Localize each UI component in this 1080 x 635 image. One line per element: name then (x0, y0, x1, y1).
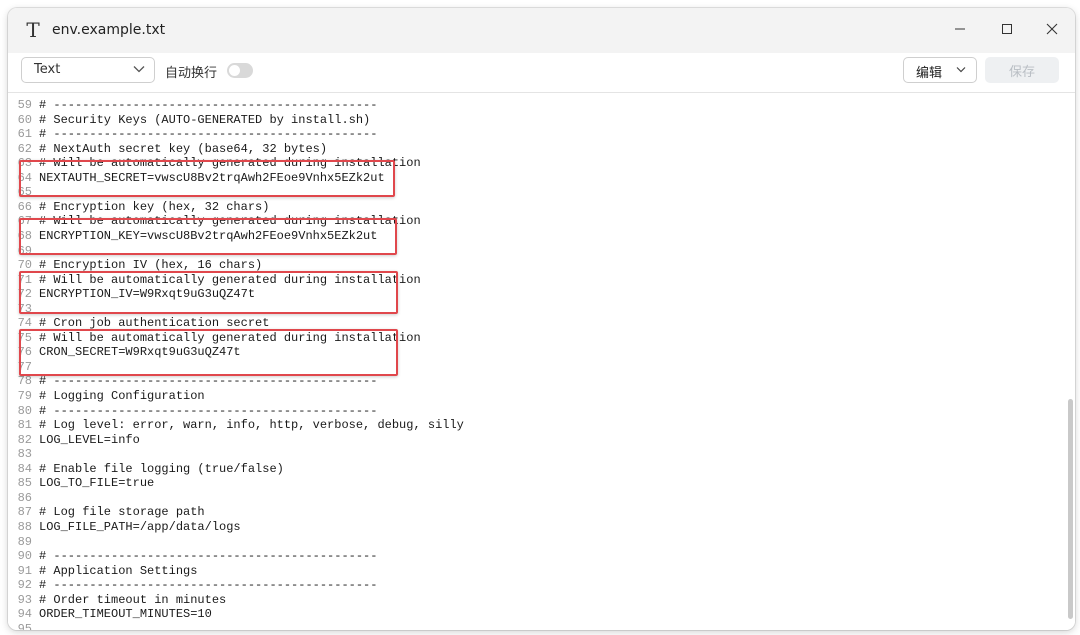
code-line[interactable]: 59 # ------------------------------------… (8, 98, 378, 113)
code-line[interactable]: 90 # ------------------------------------… (8, 549, 378, 564)
code-line[interactable]: 62 # NextAuth secret key (base64, 32 byte… (8, 142, 327, 157)
code-line[interactable]: 85 LOG_TO_FILE=true (8, 476, 155, 491)
line-text: # --------------------------------------… (39, 549, 378, 564)
code-line[interactable]: 61 # ------------------------------------… (8, 127, 378, 142)
line-text: # --------------------------------------… (39, 403, 378, 418)
edit-mode-label: 编辑 (916, 66, 943, 81)
vertical-scrollbar[interactable] (1066, 93, 1075, 630)
line-number: 88 (17, 519, 32, 534)
line-text: # Log level: error, warn, info, http, ve… (39, 418, 464, 433)
code-line[interactable]: 78 # ------------------------------------… (8, 374, 378, 389)
maximize-icon (1002, 24, 1012, 34)
line-number: 85 (17, 476, 32, 491)
code-line[interactable]: 82 LOG_LEVEL=info (8, 433, 140, 448)
line-number: 62 (17, 141, 32, 156)
line-number: 86 (17, 490, 32, 505)
minimize-icon (955, 28, 965, 30)
line-number: 89 (17, 534, 32, 549)
code-line[interactable]: 83 (8, 447, 39, 462)
code-line[interactable]: 87 # Log file storage path (8, 505, 205, 520)
toggle-knob (229, 65, 240, 76)
line-number: 92 (17, 578, 32, 593)
word-wrap-toggle[interactable] (227, 63, 253, 78)
code-line[interactable]: 86 (8, 491, 39, 506)
title-bar[interactable]: T env.example.txt (8, 8, 1075, 53)
line-text: # --------------------------------------… (39, 98, 378, 112)
text-file-icon: T (26, 18, 40, 42)
line-number: 59 (17, 98, 32, 112)
line-number: 79 (17, 389, 32, 403)
code-line[interactable]: 91 # Application Settings (8, 563, 198, 579)
code-line[interactable]: 89 (8, 535, 39, 550)
line-number: 87 (17, 505, 32, 520)
line-text: # Security Keys (AUTO-GENERATED by insta… (39, 112, 371, 127)
line-text: # --------------------------------------… (39, 374, 378, 389)
toolbar: Text 自动换行 编辑 保存 (8, 53, 1075, 93)
line-text: # Enable file logging (true/false) (39, 461, 284, 476)
line-text: # Encryption IV (hex, 16 chars) (39, 258, 263, 273)
minimize-button[interactable] (937, 8, 983, 50)
line-text: # Logging Configuration (39, 389, 205, 403)
line-number: 80 (17, 403, 32, 418)
highlight-box-encryption-iv (19, 271, 398, 314)
code-line[interactable]: 95 (8, 622, 39, 630)
code-line[interactable]: 94 ORDER_TIMEOUT_MINUTES=10 (8, 607, 212, 622)
line-text: # --------------------------------------… (39, 578, 378, 593)
chevron-down-icon (133, 66, 145, 73)
scrollbar-thumb[interactable] (1068, 399, 1073, 619)
line-text: LOG_TO_FILE=true (39, 476, 155, 491)
code-line[interactable]: 80 # ------------------------------------… (8, 403, 378, 419)
code-line[interactable]: 60 # Security Keys (AUTO-GENERATED by ins… (8, 112, 371, 128)
line-text: LOG_FILE_PATH=/app/data/logs (39, 519, 241, 534)
line-number: 84 (17, 461, 32, 476)
line-number: 90 (17, 549, 32, 564)
line-text: # Log file storage path (39, 505, 205, 520)
line-text: # NextAuth secret key (base64, 32 bytes) (39, 141, 328, 156)
close-button[interactable] (1029, 8, 1075, 50)
highlight-box-encryption-key (19, 218, 397, 255)
line-number: 83 (17, 447, 32, 462)
edit-mode-button[interactable]: 编辑 (903, 57, 977, 83)
save-button-label: 保存 (1008, 65, 1035, 80)
code-line[interactable]: 92 # ------------------------------------… (8, 578, 378, 593)
code-line[interactable]: 79 # Logging Configuration (8, 389, 205, 404)
code-line[interactable]: 84 # Enable file logging (true/false) (8, 462, 284, 477)
line-number: 91 (17, 563, 32, 578)
line-text: # --------------------------------------… (39, 127, 378, 142)
line-text: # Encryption key (hex, 32 chars) (39, 199, 270, 214)
window-title: env.example.txt (52, 22, 166, 38)
line-text: # Application Settings (39, 563, 198, 578)
highlight-box-cron-secret (19, 329, 398, 376)
language-select-value: Text (34, 62, 61, 77)
line-text: LOG_LEVEL=info (39, 432, 140, 447)
line-number: 66 (17, 199, 32, 214)
code-line[interactable]: 66 # Encryption key (hex, 32 chars) (8, 199, 270, 215)
chevron-down-icon (956, 67, 966, 73)
close-icon (1046, 23, 1058, 35)
save-button[interactable]: 保存 (985, 57, 1059, 83)
line-number: 93 (17, 592, 32, 607)
line-number: 82 (17, 432, 32, 447)
code-line[interactable]: 93 # Order timeout in minutes (8, 592, 227, 608)
line-number: 95 (17, 621, 32, 630)
line-number: 60 (17, 112, 32, 127)
line-text: ORDER_TIMEOUT_MINUTES=10 (39, 607, 212, 622)
line-number: 81 (17, 418, 32, 433)
line-number: 61 (17, 127, 32, 142)
editor-window: T env.example.txt Text 自动换行 编辑 保存 59 # -… (8, 8, 1075, 630)
code-line[interactable]: 81 # Log level: error, warn, info, http, … (8, 418, 464, 433)
language-select[interactable]: Text (21, 57, 155, 83)
line-number: 78 (17, 374, 32, 389)
line-number: 94 (17, 607, 32, 622)
line-text: # Order timeout in minutes (39, 592, 227, 607)
highlight-box-nextauth (19, 160, 395, 197)
code-line[interactable]: 88 LOG_FILE_PATH=/app/data/logs (8, 520, 241, 535)
word-wrap-label: 自动换行 (165, 66, 218, 81)
maximize-button[interactable] (984, 8, 1030, 50)
